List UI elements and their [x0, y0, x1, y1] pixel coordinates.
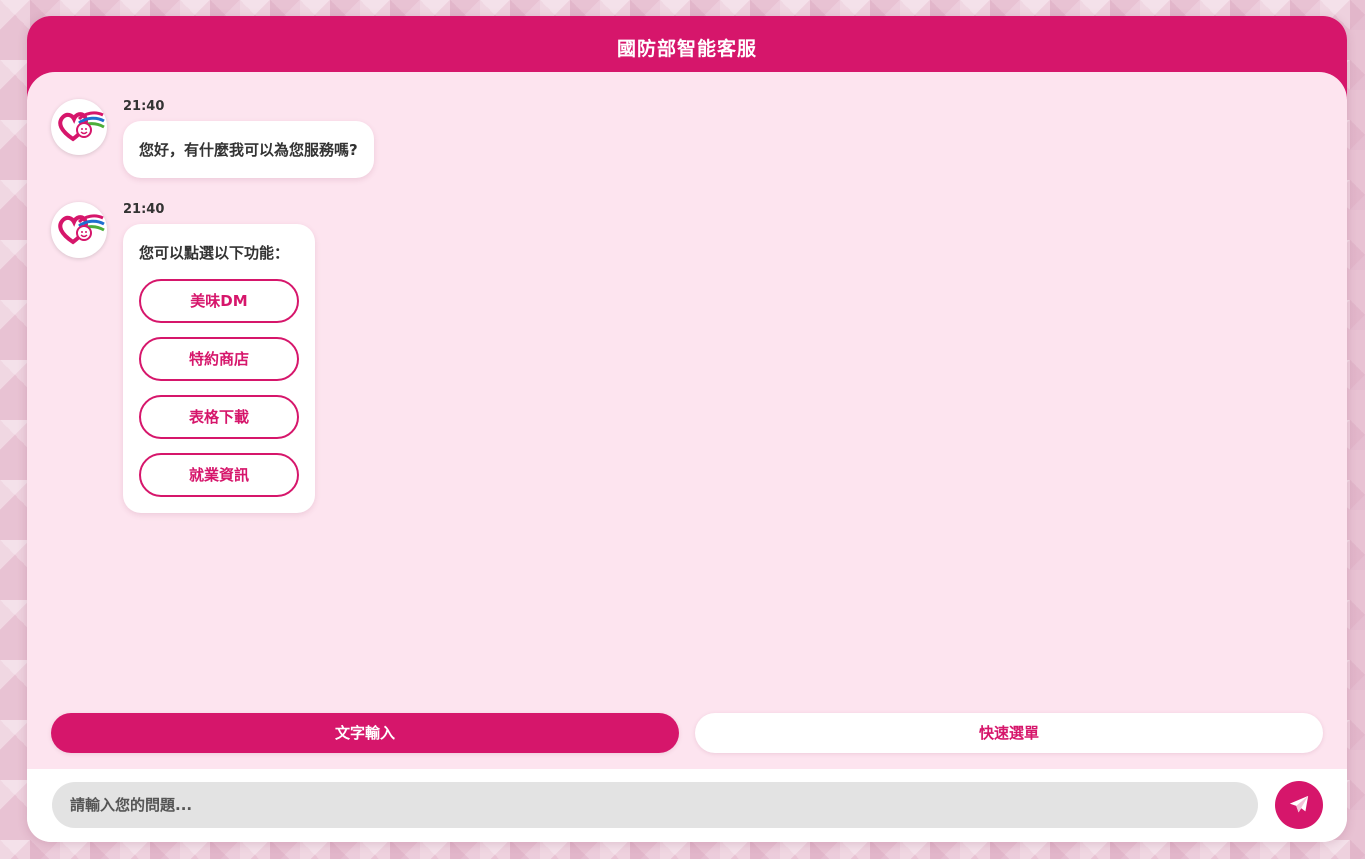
message-text: 您好，有什麼我可以為您服務嗎? — [139, 141, 358, 159]
mode-tabs: 文字輸入 快速選單 — [51, 713, 1323, 753]
option-button-forms[interactable]: 表格下載 — [139, 395, 299, 439]
message-bubble: 您可以點選以下功能： 美味DM 特約商店 表格下載 就業資訊 — [123, 224, 315, 513]
message-time: 21:40 — [123, 99, 165, 114]
text-input-tab[interactable]: 文字輸入 — [51, 713, 679, 753]
quick-menu-tab[interactable]: 快速選單 — [695, 713, 1323, 753]
option-button-stores[interactable]: 特約商店 — [139, 337, 299, 381]
chat-window: 國防部智能客服 21:40 您好，有什麼我可以為您服務嗎? 21:40 您可以點… — [27, 16, 1347, 842]
chat-messages: 21:40 您好，有什麼我可以為您服務嗎? 21:40 您可以點選以下功能： 美… — [27, 72, 1347, 784]
bot-avatar — [51, 99, 107, 155]
message-time: 21:40 — [123, 202, 165, 217]
heart-logo-icon — [58, 214, 105, 245]
message-text: 您可以點選以下功能： — [139, 244, 290, 262]
paper-plane-icon — [1289, 795, 1309, 813]
option-button-dm[interactable]: 美味DM — [139, 279, 299, 323]
option-button-jobs[interactable]: 就業資訊 — [139, 453, 299, 497]
bot-avatar — [51, 202, 107, 258]
message-bubble: 您好，有什麼我可以為您服務嗎? — [123, 121, 374, 178]
heart-logo-icon — [58, 111, 105, 142]
message-input[interactable] — [52, 782, 1258, 828]
page-title: 國防部智能客服 — [616, 38, 757, 60]
send-button[interactable] — [1275, 781, 1323, 829]
input-area — [27, 769, 1347, 842]
